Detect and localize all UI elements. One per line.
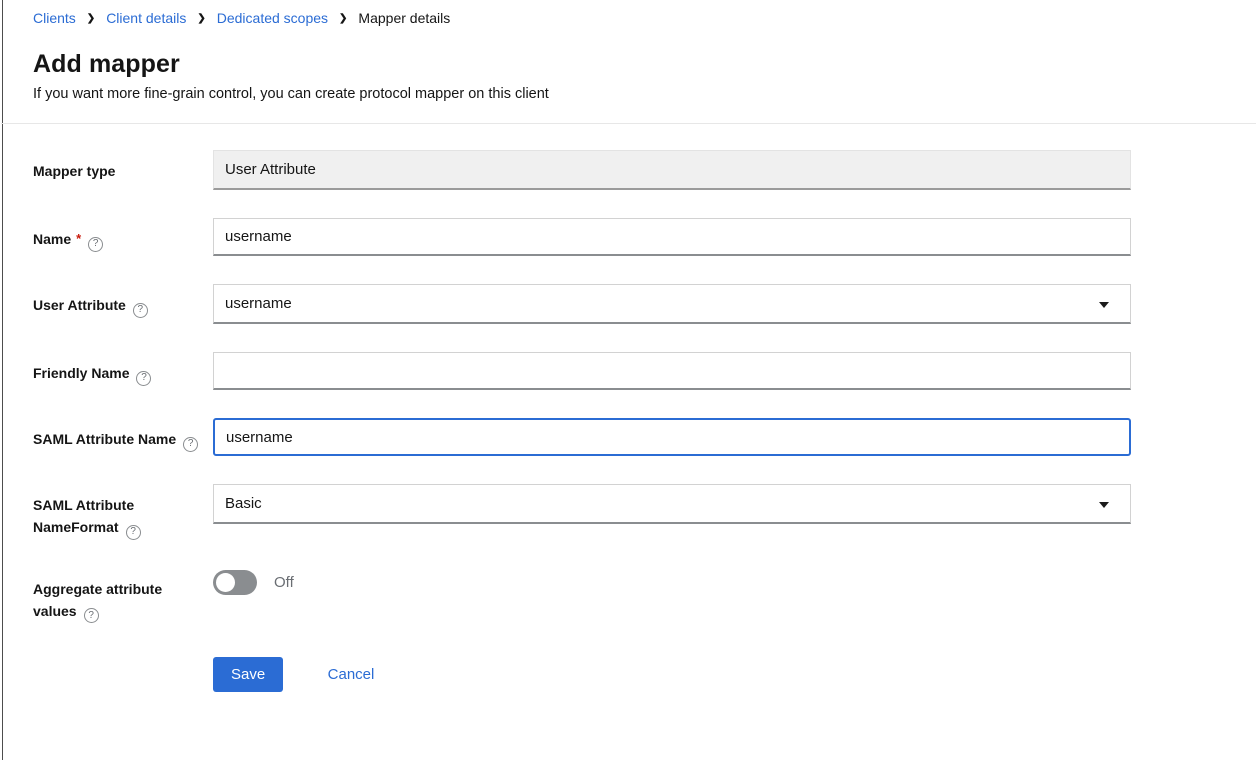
chevron-right-icon: ❯ — [339, 12, 347, 24]
label-text: SAML Attribute Name — [33, 431, 176, 447]
required-indicator: * — [76, 231, 81, 246]
form-row-saml-attribute-name: SAML Attribute Name? — [33, 418, 1256, 456]
help-icon[interactable]: ? — [183, 437, 198, 452]
caret-down-icon — [1099, 302, 1109, 308]
toggle-knob-icon — [216, 573, 235, 592]
page-description: If you want more fine-grain control, you… — [33, 86, 1256, 102]
toggle-state-label: Off — [274, 574, 294, 591]
breadcrumb-link-dedicated-scopes[interactable]: Dedicated scopes — [217, 10, 328, 26]
help-icon[interactable]: ? — [88, 237, 103, 252]
chevron-right-icon: ❯ — [197, 12, 205, 24]
label-mapper-type: Mapper type — [33, 150, 213, 182]
help-icon[interactable]: ? — [136, 371, 151, 386]
help-icon[interactable]: ? — [84, 608, 99, 623]
select-value: Basic — [225, 495, 262, 512]
label-text: User Attribute — [33, 297, 126, 313]
add-mapper-form: Mapper type Name *? User Attribute? usern… — [33, 124, 1256, 692]
label-saml-attribute-nameformat: SAML Attribute NameFormat? — [33, 484, 213, 540]
save-button[interactable]: Save — [213, 657, 283, 692]
form-row-mapper-type: Mapper type — [33, 150, 1256, 190]
help-icon[interactable]: ? — [126, 525, 141, 540]
breadcrumb-link-clients[interactable]: Clients — [33, 10, 76, 26]
caret-down-icon — [1099, 502, 1109, 508]
breadcrumb: Clients ❯ Client details ❯ Dedicated sco… — [33, 9, 1256, 26]
help-icon[interactable]: ? — [133, 303, 148, 318]
aggregate-attribute-values-toggle[interactable] — [213, 570, 257, 595]
form-row-name: Name *? — [33, 218, 1256, 256]
saml-attribute-name-input[interactable] — [213, 418, 1131, 456]
mapper-details-page: Clients ❯ Client details ❯ Dedicated sco… — [2, 0, 1256, 760]
form-row-friendly-name: Friendly Name? — [33, 352, 1256, 390]
label-saml-attribute-name: SAML Attribute Name? — [33, 418, 213, 452]
mapper-type-input — [213, 150, 1131, 190]
page-title: Add mapper — [33, 50, 1256, 79]
form-row-user-attribute: User Attribute? username — [33, 284, 1256, 324]
form-row-saml-attribute-nameformat: SAML Attribute NameFormat? Basic — [33, 484, 1256, 540]
label-text: Friendly Name — [33, 365, 129, 381]
label-friendly-name: Friendly Name? — [33, 352, 213, 386]
select-value: username — [225, 295, 292, 312]
breadcrumb-current-mapper-details: Mapper details — [358, 10, 450, 26]
form-actions: Save Cancel — [33, 657, 1256, 692]
label-user-attribute: User Attribute? — [33, 284, 213, 318]
name-input[interactable] — [213, 218, 1131, 256]
label-aggregate-attribute-values: Aggregate attribute values? — [33, 568, 213, 624]
friendly-name-input[interactable] — [213, 352, 1131, 390]
form-row-aggregate-attribute-values: Aggregate attribute values? Off — [33, 568, 1256, 624]
label-text: SAML Attribute NameFormat — [33, 497, 134, 535]
breadcrumb-link-client-details[interactable]: Client details — [106, 10, 186, 26]
saml-attribute-nameformat-select[interactable]: Basic — [213, 484, 1131, 524]
user-attribute-select[interactable]: username — [213, 284, 1131, 324]
cancel-link[interactable]: Cancel — [328, 666, 375, 683]
label-name: Name *? — [33, 218, 213, 252]
label-text: Mapper type — [33, 163, 115, 179]
label-text: Name — [33, 231, 71, 247]
chevron-right-icon: ❯ — [87, 12, 95, 24]
